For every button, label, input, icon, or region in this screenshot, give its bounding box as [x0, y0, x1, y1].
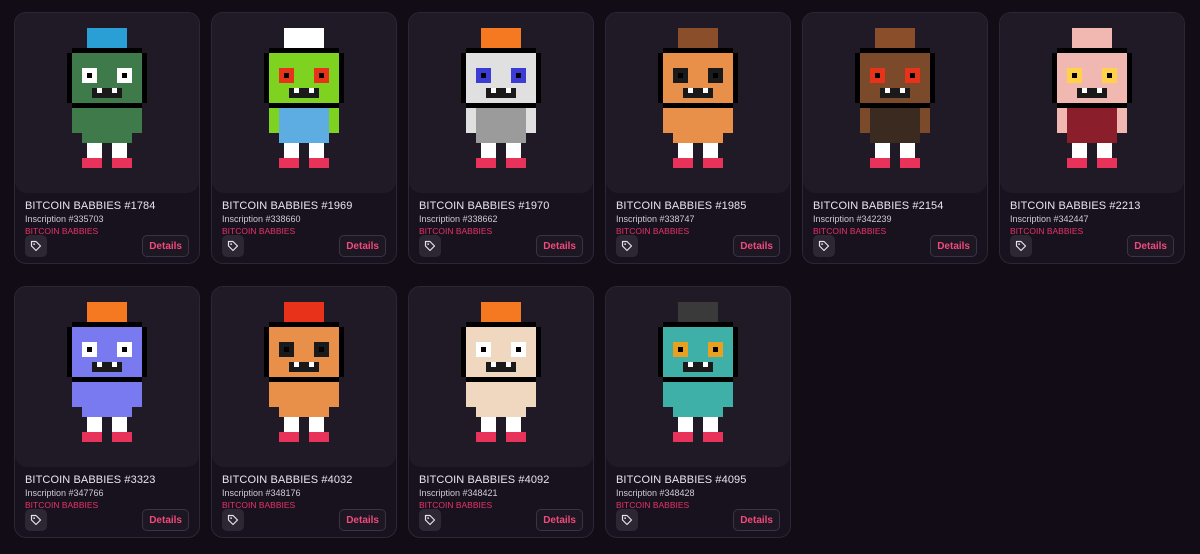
pixel-character-image: [461, 28, 541, 168]
nft-name: BITCOIN BABBIES #2154: [813, 200, 944, 212]
tag-button[interactable]: [1010, 235, 1032, 257]
pixel-character-image: [1052, 28, 1132, 168]
tag-icon: [621, 240, 633, 252]
tag-button[interactable]: [419, 235, 441, 257]
inscription-grid: BITCOIN BABBIES #1784 Inscription #33570…: [14, 12, 1185, 538]
nft-card[interactable]: BITCOIN BABBIES #1784 Inscription #33570…: [14, 12, 200, 264]
nft-image[interactable]: [606, 287, 790, 467]
nft-name: BITCOIN BABBIES #4095: [616, 474, 747, 486]
nft-name: BITCOIN BABBIES #4032: [222, 474, 353, 486]
tag-icon: [424, 514, 436, 526]
tag-button[interactable]: [25, 509, 47, 531]
nft-card[interactable]: BITCOIN BABBIES #1970 Inscription #33866…: [408, 12, 594, 264]
tag-icon: [818, 240, 830, 252]
nft-image[interactable]: [212, 13, 396, 193]
nft-name: BITCOIN BABBIES #1970: [419, 200, 550, 212]
details-button[interactable]: Details: [536, 509, 583, 531]
inscription-number: Inscription #348421: [419, 488, 498, 498]
nft-image[interactable]: [803, 13, 987, 193]
details-button[interactable]: Details: [733, 235, 780, 257]
details-button[interactable]: Details: [142, 509, 189, 531]
inscription-number: Inscription #348176: [222, 488, 301, 498]
tag-icon: [30, 240, 42, 252]
nft-card[interactable]: BITCOIN BABBIES #2154 Inscription #34223…: [802, 12, 988, 264]
inscription-number: Inscription #347766: [25, 488, 104, 498]
nft-card[interactable]: BITCOIN BABBIES #4095 Inscription #34842…: [605, 286, 791, 538]
nft-card[interactable]: BITCOIN BABBIES #4092 Inscription #34842…: [408, 286, 594, 538]
pixel-character-image: [658, 302, 738, 442]
details-button[interactable]: Details: [142, 235, 189, 257]
pixel-character-image: [855, 28, 935, 168]
details-button[interactable]: Details: [339, 235, 386, 257]
pixel-character-image: [264, 302, 344, 442]
nft-card[interactable]: BITCOIN BABBIES #4032 Inscription #34817…: [211, 286, 397, 538]
nft-image[interactable]: [1000, 13, 1184, 193]
tag-button[interactable]: [222, 509, 244, 531]
details-button[interactable]: Details: [733, 509, 780, 531]
inscription-number: Inscription #348428: [616, 488, 695, 498]
details-button[interactable]: Details: [339, 509, 386, 531]
tag-icon: [424, 240, 436, 252]
inscription-number: Inscription #338662: [419, 214, 498, 224]
pixel-character-image: [264, 28, 344, 168]
nft-name: BITCOIN BABBIES #2213: [1010, 200, 1141, 212]
tag-button[interactable]: [813, 235, 835, 257]
nft-image[interactable]: [212, 287, 396, 467]
tag-button[interactable]: [616, 235, 638, 257]
nft-name: BITCOIN BABBIES #4092: [419, 474, 550, 486]
nft-image[interactable]: [606, 13, 790, 193]
tag-icon: [227, 240, 239, 252]
tag-icon: [227, 514, 239, 526]
pixel-character-image: [67, 28, 147, 168]
tag-icon: [621, 514, 633, 526]
tag-button[interactable]: [419, 509, 441, 531]
pixel-character-image: [461, 302, 541, 442]
nft-image[interactable]: [409, 13, 593, 193]
inscription-number: Inscription #342447: [1010, 214, 1089, 224]
pixel-character-image: [658, 28, 738, 168]
details-button[interactable]: Details: [930, 235, 977, 257]
tag-icon: [1015, 240, 1027, 252]
details-button[interactable]: Details: [1127, 235, 1174, 257]
nft-card[interactable]: BITCOIN BABBIES #1969 Inscription #33866…: [211, 12, 397, 264]
nft-name: BITCOIN BABBIES #1985: [616, 200, 747, 212]
nft-card[interactable]: BITCOIN BABBIES #2213 Inscription #34244…: [999, 12, 1185, 264]
pixel-character-image: [67, 302, 147, 442]
nft-image[interactable]: [15, 287, 199, 467]
nft-card[interactable]: BITCOIN BABBIES #3323 Inscription #34776…: [14, 286, 200, 538]
nft-image[interactable]: [15, 13, 199, 193]
inscription-number: Inscription #342239: [813, 214, 892, 224]
tag-button[interactable]: [616, 509, 638, 531]
inscription-number: Inscription #338660: [222, 214, 301, 224]
details-button[interactable]: Details: [536, 235, 583, 257]
tag-button[interactable]: [25, 235, 47, 257]
nft-name: BITCOIN BABBIES #1969: [222, 200, 353, 212]
inscription-number: Inscription #335703: [25, 214, 104, 224]
nft-name: BITCOIN BABBIES #1784: [25, 200, 156, 212]
nft-card[interactable]: BITCOIN BABBIES #1985 Inscription #33874…: [605, 12, 791, 264]
tag-button[interactable]: [222, 235, 244, 257]
inscription-number: Inscription #338747: [616, 214, 695, 224]
tag-icon: [30, 514, 42, 526]
nft-name: BITCOIN BABBIES #3323: [25, 474, 156, 486]
nft-image[interactable]: [409, 287, 593, 467]
